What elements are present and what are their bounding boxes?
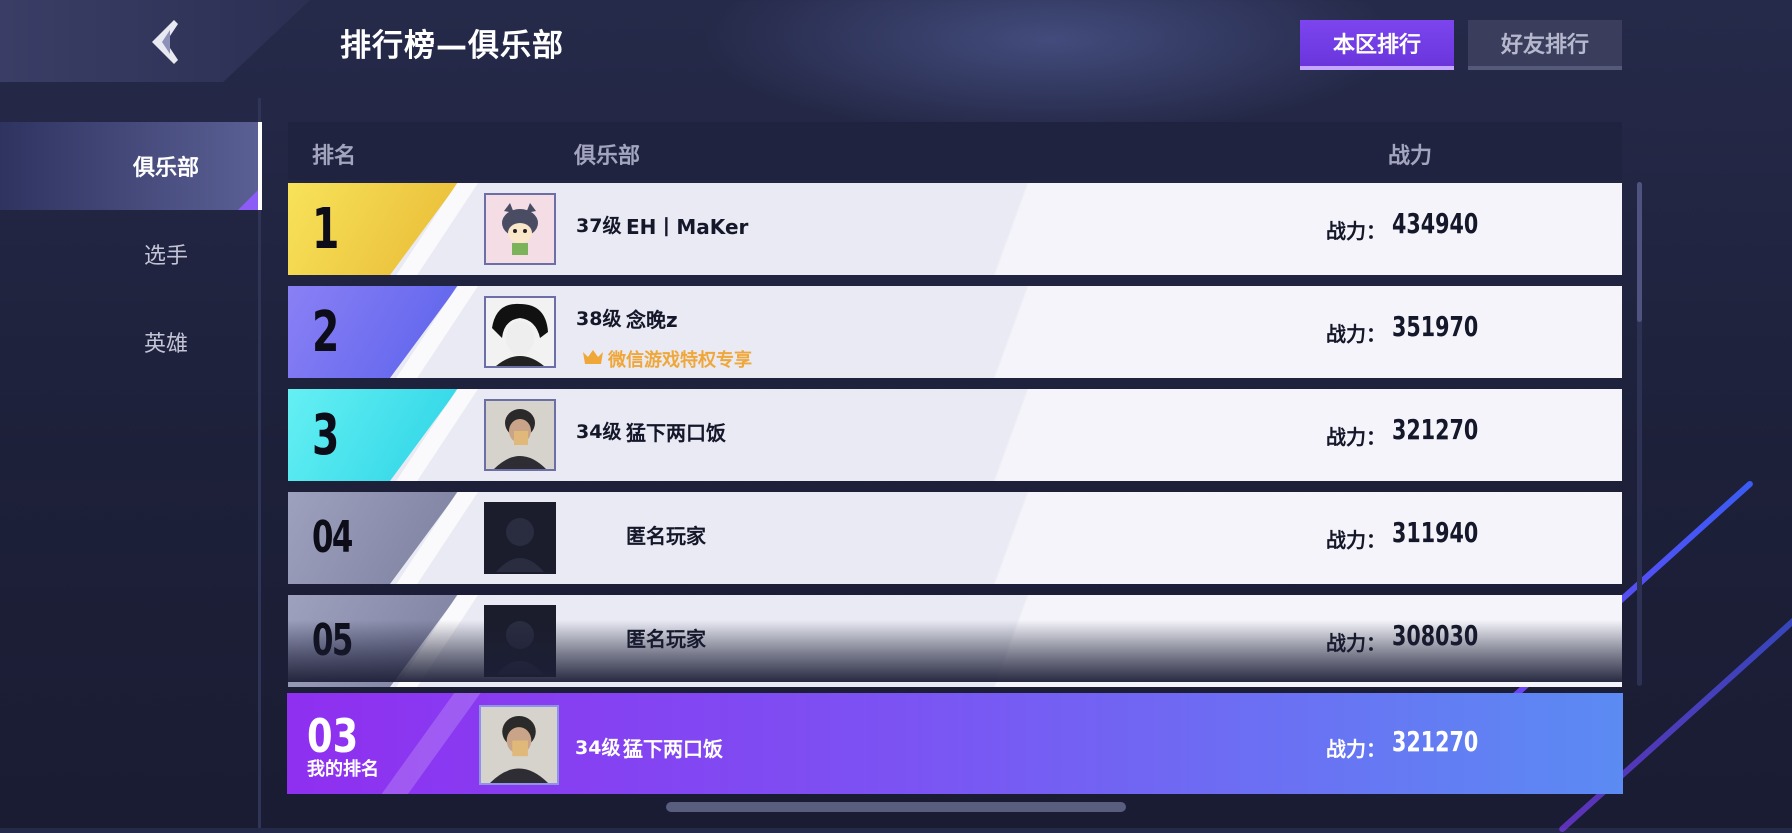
- power-label: 战力：: [1326, 425, 1386, 449]
- sidebar-item-label: 英雄: [143, 332, 188, 357]
- player-level: 38级: [576, 308, 622, 330]
- person-photo-avatar-icon: [486, 401, 554, 469]
- player-name: 猛下两口饭: [623, 737, 723, 761]
- column-header-club: 俱乐部: [574, 144, 641, 169]
- scrollbar-thumb[interactable]: [1637, 182, 1642, 322]
- player-level: 34级: [576, 421, 622, 443]
- wechat-privilege-badge: 微信游戏特权专享: [608, 350, 752, 371]
- background-glow: [700, 0, 1400, 140]
- tab-friend-ranking[interactable]: 好友排行: [1468, 20, 1622, 70]
- power-value: 321270: [1392, 413, 1479, 446]
- table-row[interactable]: 2 38级 念晚z 微信游戏特权专享 战力： 351970: [288, 286, 1622, 378]
- sidebar-item-label: 俱乐部: [132, 156, 199, 181]
- active-corner-accent: [238, 190, 258, 210]
- power-label: 战力：: [1326, 631, 1386, 655]
- sidebar-item-label: 选手: [143, 244, 188, 269]
- table-row[interactable]: 3 34级 猛下两口饭 战力： 321270: [288, 389, 1622, 481]
- sidebar-item-club[interactable]: 俱乐部: [0, 122, 262, 210]
- power-value: 321270: [1392, 725, 1479, 758]
- page-title: 排行榜—俱乐部: [340, 28, 564, 64]
- avatar[interactable]: [479, 705, 559, 785]
- rank-number: 04: [312, 512, 353, 563]
- sketch-portrait-avatar-icon: [486, 298, 554, 366]
- power-label: 战力：: [1326, 737, 1386, 761]
- avatar[interactable]: [484, 296, 556, 368]
- home-indicator[interactable]: [666, 802, 1126, 812]
- power-value: 308030: [1392, 619, 1479, 652]
- player-level: 37级: [576, 215, 622, 237]
- player-name: 匿名玩家: [626, 524, 706, 548]
- player-name: 猛下两口饭: [626, 421, 726, 445]
- avatar[interactable]: [484, 193, 556, 265]
- list-scrollbar[interactable]: [1637, 182, 1642, 686]
- back-button[interactable]: [140, 16, 190, 66]
- back-arrow-icon: [152, 20, 178, 64]
- avatar[interactable]: [484, 399, 556, 471]
- table-row[interactable]: 1 37级 EH丨MaKer 战力： 434940: [288, 183, 1622, 275]
- avatar[interactable]: [484, 605, 556, 677]
- rank-number: 1: [312, 197, 339, 262]
- my-rank-label: 我的排名: [307, 759, 379, 780]
- player-name: 匿名玩家: [626, 627, 706, 651]
- my-rank-row[interactable]: 03 我的排名 34级 猛下两口饭 战力： 321270: [287, 693, 1623, 794]
- player-level: 34级: [575, 737, 621, 759]
- person-photo-avatar-icon: [481, 707, 557, 783]
- player-name: 念晚z: [626, 308, 678, 332]
- power-value: 311940: [1392, 516, 1479, 549]
- power-label: 战力：: [1326, 322, 1386, 346]
- rank-number: 2: [312, 300, 339, 365]
- player-name: EH丨MaKer: [626, 215, 749, 239]
- crown-icon: [583, 350, 603, 364]
- anonymous-user-icon: [486, 607, 554, 675]
- rank-number: 3: [312, 403, 339, 468]
- rank-number: 05: [312, 615, 353, 666]
- sidebar-item-hero[interactable]: 英雄: [0, 298, 262, 386]
- column-header-power: 战力: [1388, 144, 1433, 169]
- power-value: 351970: [1392, 310, 1479, 343]
- avatar[interactable]: [484, 502, 556, 574]
- sidebar-item-player[interactable]: 选手: [0, 210, 262, 298]
- power-value: 434940: [1392, 207, 1479, 240]
- column-header-rank: 排名: [312, 144, 357, 169]
- tab-region-ranking[interactable]: 本区排行: [1300, 20, 1454, 70]
- table-row[interactable]: 04 匿名玩家 战力： 311940: [288, 492, 1622, 584]
- table-header: 排名 俱乐部 战力: [288, 122, 1622, 180]
- anonymous-user-icon: [486, 504, 554, 572]
- power-label: 战力：: [1326, 219, 1386, 243]
- table-row[interactable]: 05 匿名玩家 战力： 308030: [288, 595, 1622, 687]
- power-label: 战力：: [1326, 528, 1386, 552]
- cat-avatar-icon: [486, 195, 554, 263]
- active-indicator: [258, 122, 262, 210]
